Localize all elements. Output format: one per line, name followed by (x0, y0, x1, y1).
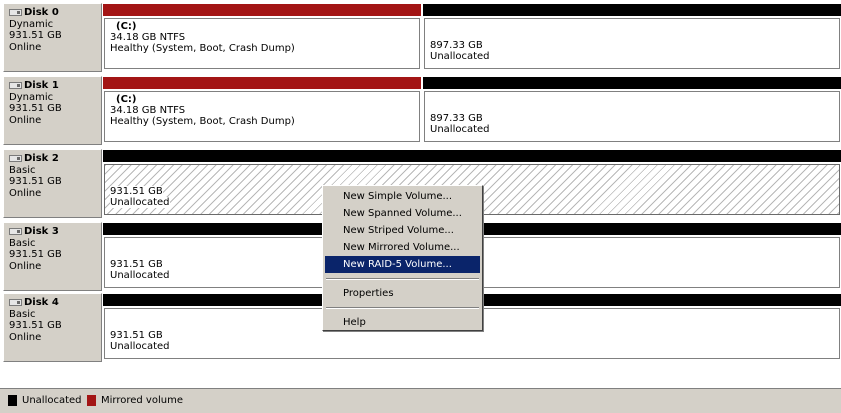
partition-size: 34.18 GB NTFS (110, 105, 186, 116)
unallocated-swatch (8, 395, 17, 406)
partition-size: 931.51 GB (110, 330, 163, 341)
legend-label: Mirrored volume (101, 395, 183, 406)
mirrored-volume-bar (103, 4, 421, 16)
disk-label-2[interactable]: Disk 2 Basic 931.51 GB Online (3, 149, 102, 218)
partition-unallocated[interactable]: 897.33 GB Unallocated (423, 77, 841, 144)
menu-properties[interactable]: Properties (325, 285, 480, 302)
partition-status: Unallocated (430, 51, 490, 62)
disk-size: 931.51 GB (9, 30, 62, 41)
disk-type: Basic (9, 308, 36, 320)
disk-status: Online (9, 41, 42, 53)
mirrored-volume-bar (103, 77, 421, 89)
menu-new-striped-volume[interactable]: New Striped Volume... (325, 222, 480, 239)
disk-type: Dynamic (9, 18, 54, 30)
disk-status: Online (9, 187, 42, 199)
mirrored-swatch (87, 395, 96, 406)
disk-name: Disk 4 (24, 297, 59, 308)
disk-status: Online (9, 331, 42, 343)
menu-new-raid5-volume[interactable]: New RAID-5 Volume... (325, 256, 480, 273)
volume-name: (C:) (116, 94, 137, 105)
hard-disk-icon (9, 299, 22, 307)
partition-size: 897.33 GB (430, 40, 483, 51)
disk-size: 931.51 GB (9, 249, 62, 260)
partition-unallocated[interactable]: 897.33 GB Unallocated (423, 4, 841, 71)
disk-label-0[interactable]: Disk 0 Dynamic 931.51 GB Online (3, 3, 102, 72)
legend-mirrored: Mirrored volume (87, 395, 183, 406)
disk-name: Disk 0 (24, 7, 59, 18)
menu-new-simple-volume[interactable]: New Simple Volume... (325, 188, 480, 205)
menu-help[interactable]: Help (325, 314, 480, 331)
disk-type: Basic (9, 237, 36, 249)
partition-system[interactable]: (C:) 34.18 GB NTFS Healthy (System, Boot… (103, 77, 421, 144)
partition-status: Healthy (System, Boot, Crash Dump) (110, 43, 295, 54)
disk-row-0: Disk 0 Dynamic 931.51 GB Online (C:) 34.… (3, 3, 841, 72)
disk-name: Disk 3 (24, 226, 59, 237)
disk-name: Disk 2 (24, 153, 59, 164)
disk-type: Basic (9, 164, 36, 176)
disk-row-1: Disk 1 Dynamic 931.51 GB Online (C:) 34.… (3, 76, 841, 145)
volume-name: (C:) (116, 21, 137, 32)
hard-disk-icon (9, 82, 22, 90)
partition-status: Unallocated (430, 124, 490, 135)
partitions-1: (C:) 34.18 GB NTFS Healthy (System, Boot… (103, 77, 841, 144)
disk-size: 931.51 GB (9, 103, 62, 114)
menu-separator (326, 307, 479, 309)
partition-status: Unallocated (110, 197, 170, 208)
disk-size: 931.51 GB (9, 320, 62, 331)
legend-unallocated: Unallocated (8, 395, 82, 406)
disk-name: Disk 1 (24, 80, 59, 91)
unallocated-bar (423, 4, 841, 16)
unallocated-bar (423, 77, 841, 89)
partition-size: 931.51 GB (110, 186, 163, 197)
partitions-0: (C:) 34.18 GB NTFS Healthy (System, Boot… (103, 4, 841, 71)
partition-size: 897.33 GB (430, 113, 483, 124)
legend-label: Unallocated (22, 395, 82, 406)
legend-bar: Unallocated Mirrored volume (0, 388, 841, 413)
menu-separator (326, 278, 479, 280)
disk-label-3[interactable]: Disk 3 Basic 931.51 GB Online (3, 222, 102, 291)
partition-status: Healthy (System, Boot, Crash Dump) (110, 116, 295, 127)
disk-status: Online (9, 114, 42, 126)
hard-disk-icon (9, 9, 22, 17)
hard-disk-icon (9, 228, 22, 236)
disk-type: Dynamic (9, 91, 54, 103)
partition-size: 34.18 GB NTFS (110, 32, 186, 43)
menu-new-spanned-volume[interactable]: New Spanned Volume... (325, 205, 480, 222)
context-menu: New Simple Volume... New Spanned Volume.… (322, 185, 483, 331)
menu-new-mirrored-volume[interactable]: New Mirrored Volume... (325, 239, 480, 256)
disk-size: 931.51 GB (9, 176, 62, 187)
unallocated-bar (103, 150, 841, 162)
partition-status: Unallocated (110, 341, 170, 352)
disk-status: Online (9, 260, 42, 272)
disk-label-1[interactable]: Disk 1 Dynamic 931.51 GB Online (3, 76, 102, 145)
disk-label-4[interactable]: Disk 4 Basic 931.51 GB Online (3, 293, 102, 362)
partition-system[interactable]: (C:) 34.18 GB NTFS Healthy (System, Boot… (103, 4, 421, 71)
hard-disk-icon (9, 155, 22, 163)
